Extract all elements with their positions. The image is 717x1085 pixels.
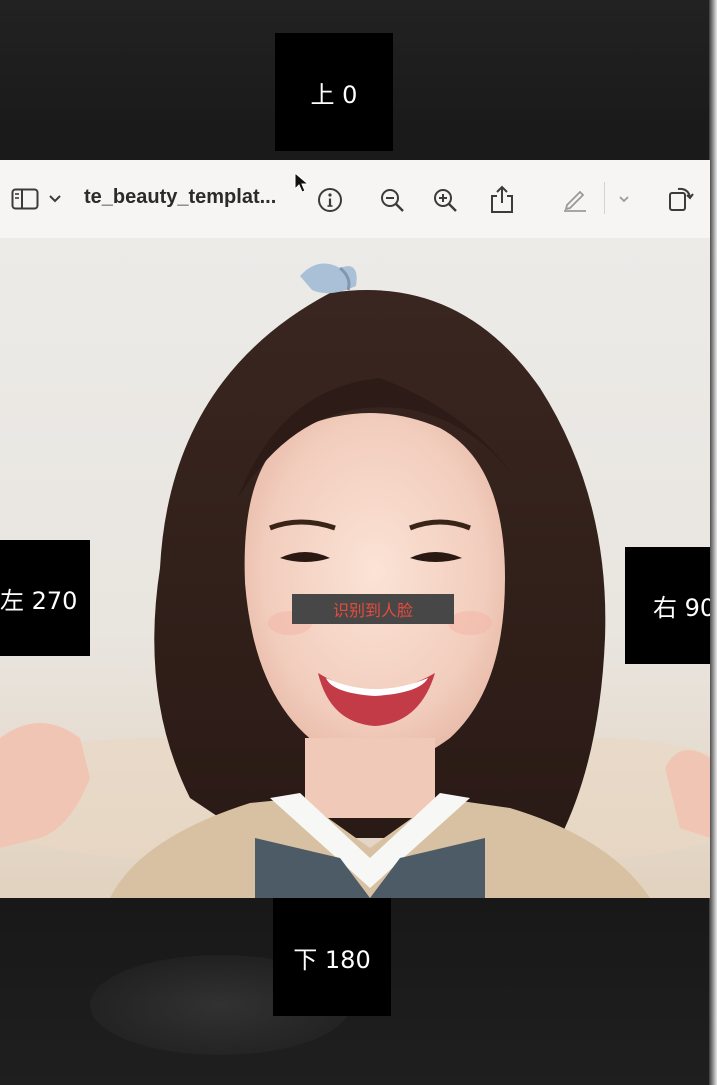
- markup-pen-icon[interactable]: [560, 184, 590, 214]
- info-icon[interactable]: [316, 186, 344, 214]
- portrait-photo: [0, 238, 710, 898]
- rotate-icon[interactable]: [664, 182, 696, 214]
- zoom-out-icon[interactable]: [378, 186, 406, 214]
- camera-stage: te_beauty_templat... 上 0 左 270 右 90 下 18…: [0, 0, 717, 1085]
- document-title[interactable]: te_beauty_templat...: [84, 186, 276, 209]
- sidebar-toggle-icon[interactable]: [10, 185, 40, 213]
- rotation-label-top: 上 0: [275, 33, 393, 151]
- screen-edge: [709, 0, 717, 1085]
- rotation-label-right: 右 90: [625, 547, 710, 664]
- face-detected-tag: 识别到人脸: [292, 594, 454, 624]
- zoom-in-icon[interactable]: [431, 186, 459, 214]
- chevron-down-icon[interactable]: [615, 190, 633, 208]
- rotation-label-left: 左 270: [0, 540, 90, 656]
- share-icon[interactable]: [488, 182, 516, 216]
- rotation-label-bottom: 下 180: [273, 898, 391, 1016]
- toolbar-separator: [604, 182, 605, 214]
- preview-toolbar: te_beauty_templat...: [0, 160, 710, 239]
- chevron-down-icon[interactable]: [46, 189, 64, 209]
- mouse-cursor-icon: [294, 171, 310, 198]
- preview-window: te_beauty_templat...: [0, 160, 710, 898]
